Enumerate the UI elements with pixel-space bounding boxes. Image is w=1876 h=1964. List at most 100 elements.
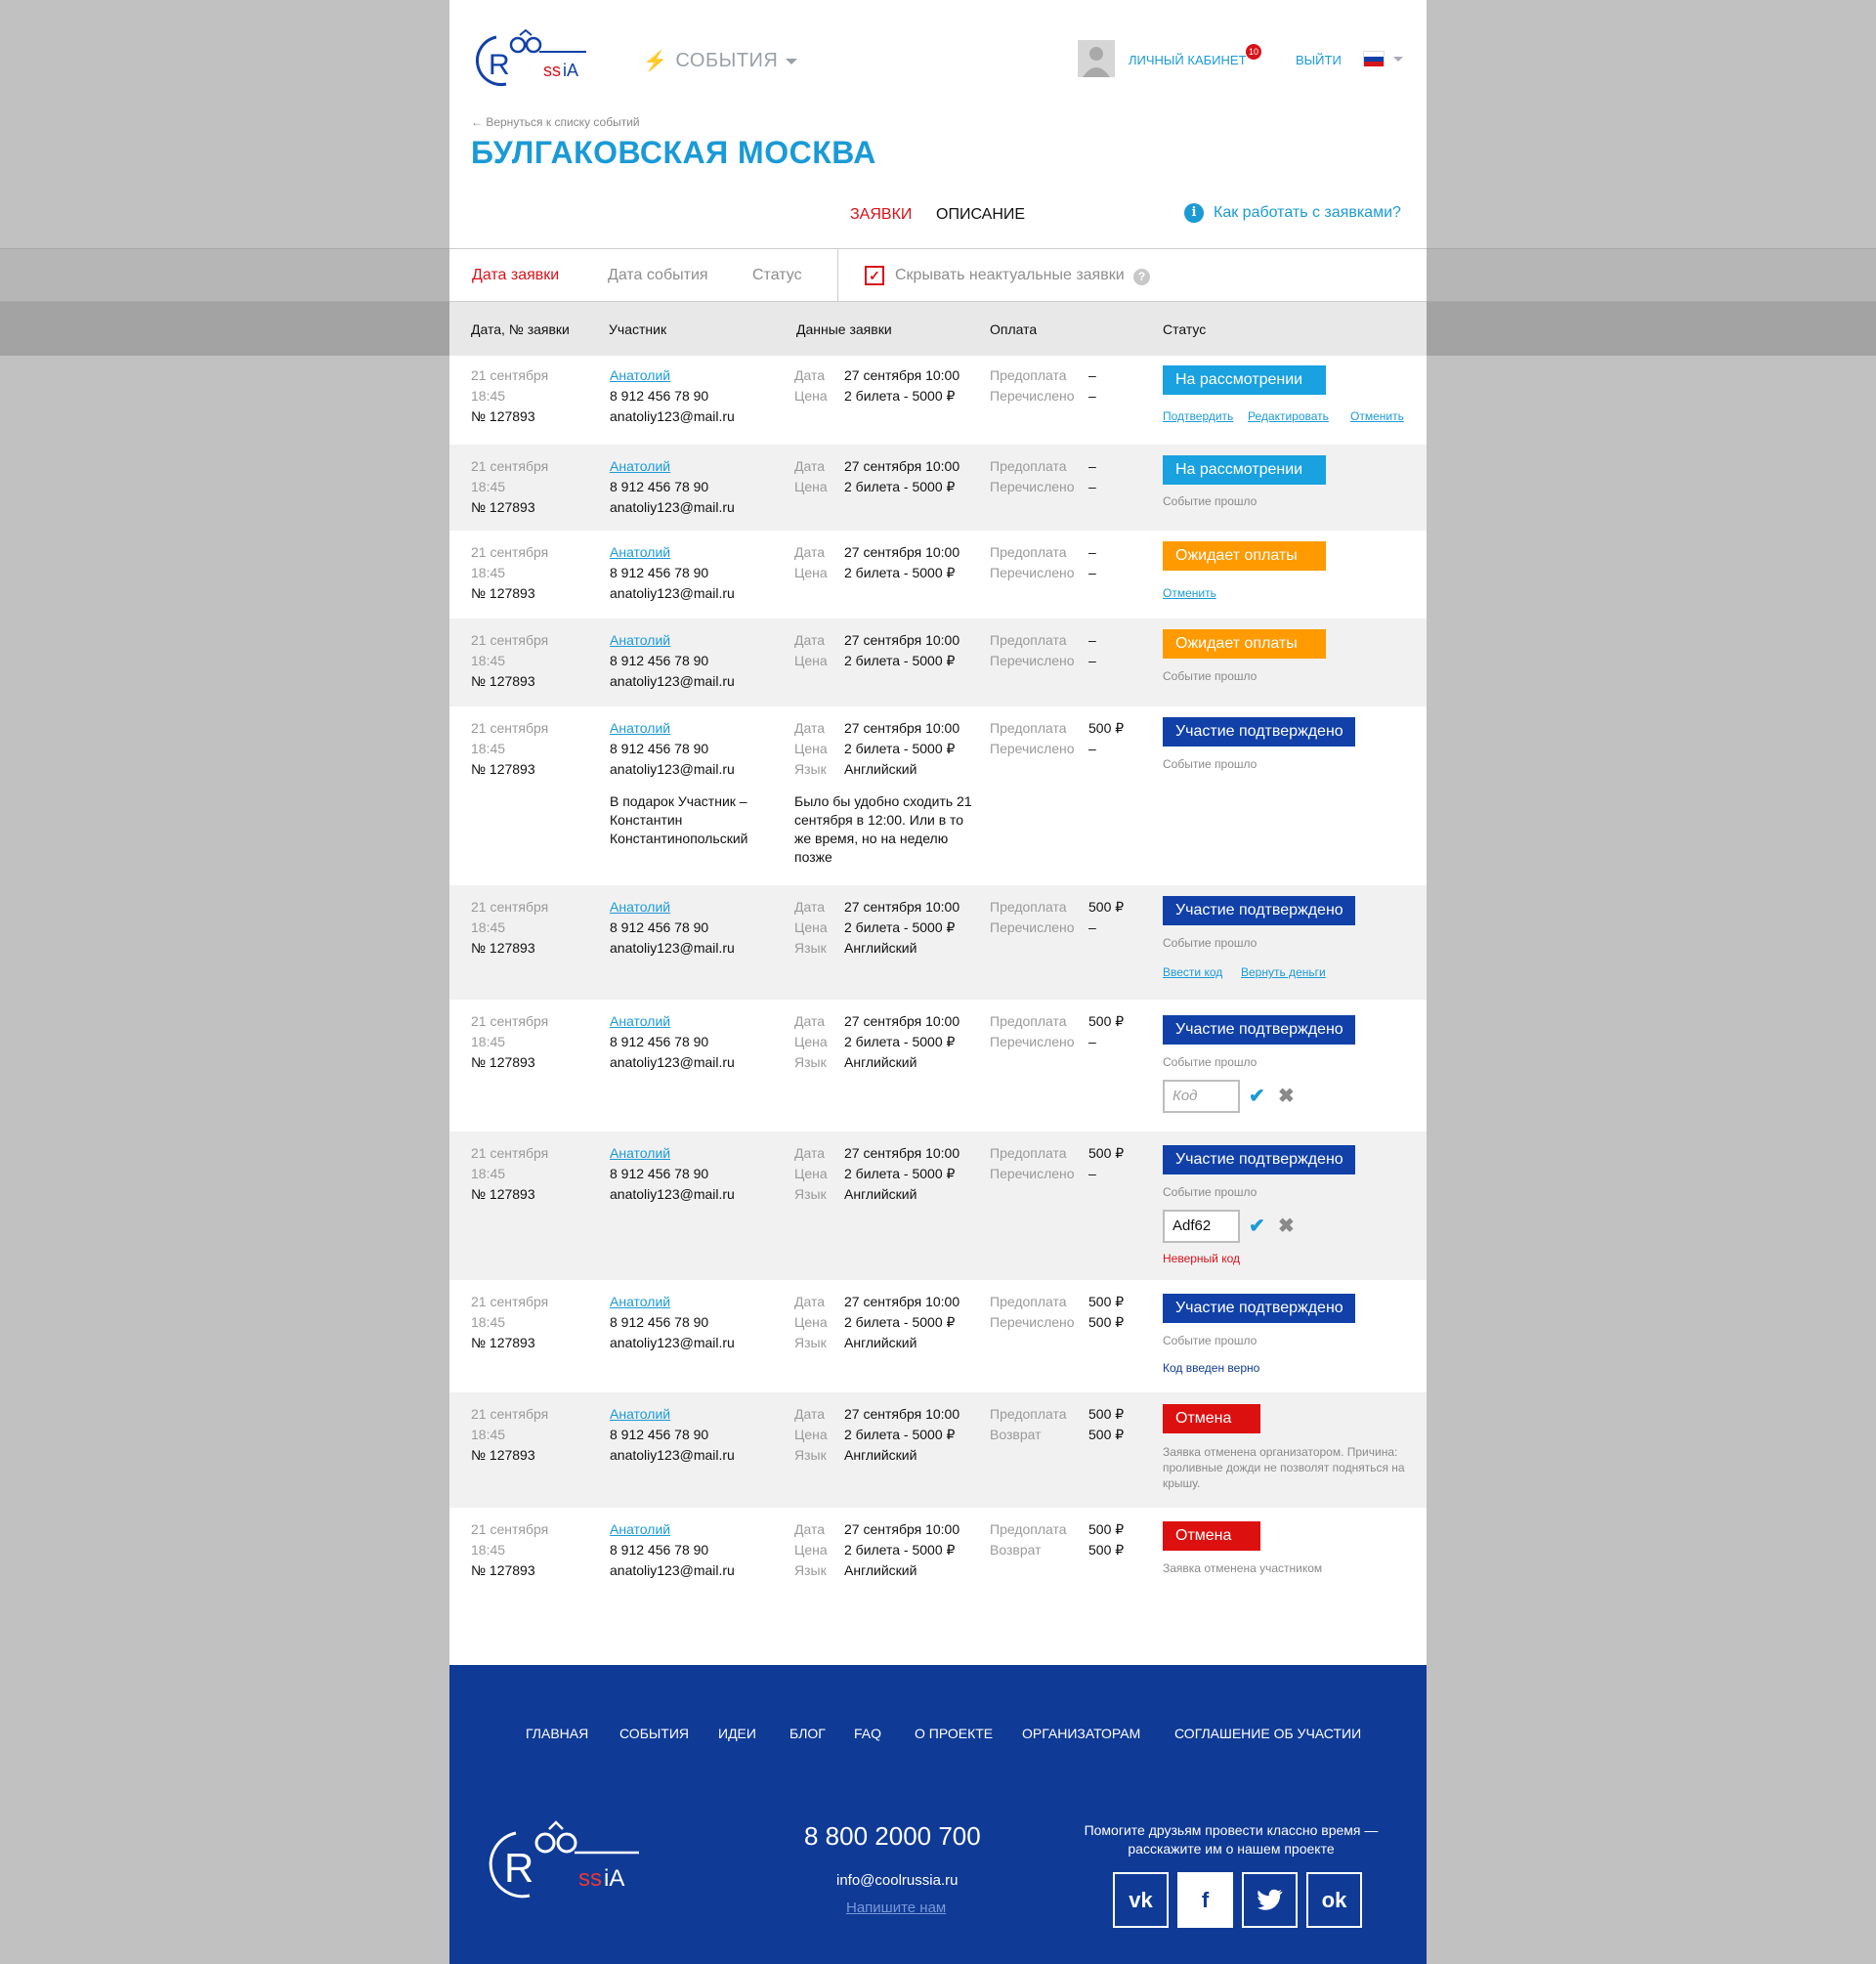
code-input[interactable]: Adf62 [1163, 1210, 1240, 1243]
label-date: Дата [794, 1294, 826, 1309]
main-page: R ss iA ⚡ СОБЫТИЯ ЛИЧНЫЙ КАБИНЕТ 10 ВЫЙТ… [449, 0, 1427, 1665]
enter-code-link[interactable]: Ввести код [1163, 965, 1222, 979]
label-transferred: Перечислено [990, 653, 1075, 668]
participant-link[interactable]: Анатолий [610, 718, 735, 739]
edit-link[interactable]: Редактировать [1248, 409, 1329, 423]
participant-link[interactable]: Анатолий [610, 897, 735, 918]
request-number: № 127893 [471, 1335, 535, 1350]
footer-nav-faq[interactable]: FAQ [854, 1726, 881, 1741]
event-date: 27 сентября 10:00 [844, 544, 960, 560]
event-price: 2 билета - 5000 ₽ [844, 1542, 956, 1558]
back-link[interactable]: ← Вернуться к списку событий [471, 115, 640, 129]
check-icon[interactable]: ✔ [1249, 1214, 1265, 1238]
footer-logo[interactable]: R ss iA [481, 1817, 647, 1907]
russia-flag-icon[interactable] [1363, 51, 1385, 66]
request-date: 21 сентября [471, 458, 549, 474]
coolrussia-logo[interactable]: R ss iA [471, 27, 594, 92]
event-passed-note: Событие прошло [1163, 1055, 1258, 1069]
label-date: Дата [794, 899, 826, 915]
odnoklassniki-icon[interactable]: ok [1306, 1872, 1362, 1928]
participant-phone: 8 912 456 78 90 [610, 919, 709, 935]
question-icon[interactable]: ? [1133, 269, 1150, 285]
footer-nav-home[interactable]: ГЛАВНАЯ [526, 1726, 588, 1741]
filter-date-event[interactable]: Дата события [608, 267, 708, 284]
avatar[interactable] [1078, 40, 1115, 77]
cancel-link[interactable]: Отменить [1350, 409, 1404, 423]
filter-status[interactable]: Статус [752, 267, 802, 284]
confirm-link[interactable]: Подтвердить [1163, 409, 1233, 423]
footer-nav-ideas[interactable]: ИДЕИ [718, 1726, 756, 1741]
request-number: № 127893 [471, 673, 535, 689]
cancel-link[interactable]: Отменить [1163, 586, 1216, 600]
refund-link[interactable]: Вернуть деньги [1241, 965, 1326, 979]
event-date: 27 сентября 10:00 [844, 367, 960, 383]
close-icon[interactable]: ✖ [1278, 1214, 1295, 1238]
footer-email[interactable]: info@coolrussia.ru [836, 1872, 958, 1889]
participant-link[interactable]: Анатолий [610, 630, 735, 651]
table-row: 21 сентября 18:45 № 127893 Анатолий 8 912 4… [449, 619, 1427, 706]
status-badge: Отмена [1163, 1521, 1260, 1551]
label-price: Цена [794, 919, 828, 935]
footer-nav-agreement[interactable]: СОГЛАШЕНИЕ ОБ УЧАСТИИ [1174, 1726, 1361, 1741]
filter-date-request[interactable]: Дата заявки [472, 267, 559, 284]
label-lang: Язык [794, 761, 827, 777]
label-transferred: Перечислено [990, 1034, 1075, 1049]
label-price: Цена [794, 565, 828, 580]
transferred-value: – [1088, 1034, 1096, 1049]
footer-nav-about[interactable]: О ПРОЕКТЕ [915, 1726, 993, 1741]
participant-email: anatoliy123@mail.ru [610, 1054, 735, 1070]
participant-link[interactable]: Анатолий [610, 1292, 735, 1312]
logout-link[interactable]: ВЫЙТИ [1296, 53, 1342, 67]
footer-nav-blog[interactable]: БЛОГ [789, 1726, 826, 1741]
status-badge: Участие подтверждено [1163, 1015, 1355, 1045]
request-time: 18:45 [471, 1542, 506, 1558]
hide-checkbox[interactable]: ✓ [865, 266, 884, 285]
participant-link[interactable]: Анатолий [610, 1011, 735, 1032]
label-price: Цена [794, 479, 828, 494]
tab-requests[interactable]: ЗАЯВКИ [850, 206, 912, 224]
transferred-value: – [1088, 1166, 1096, 1181]
status-badge: Ожидает оплаты [1163, 541, 1326, 571]
code-error: Неверный код [1163, 1252, 1241, 1265]
label-prepay: Предоплата [990, 1521, 1067, 1537]
close-icon[interactable]: ✖ [1278, 1084, 1295, 1108]
request-time: 18:45 [471, 1314, 506, 1330]
events-menu[interactable]: ⚡ СОБЫТИЯ [643, 49, 798, 73]
cabinet-link[interactable]: ЛИЧНЫЙ КАБИНЕТ [1129, 53, 1247, 67]
code-input[interactable]: Код [1163, 1080, 1240, 1113]
transferred-value: 500 ₽ [1088, 1314, 1125, 1330]
label-price: Цена [794, 1166, 828, 1181]
participant-link[interactable]: Анатолий [610, 456, 735, 477]
participant-phone: 8 912 456 78 90 [610, 388, 709, 404]
label-date: Дата [794, 367, 826, 383]
participant-link[interactable]: Анатолий [610, 1143, 735, 1164]
col-date: Дата, № заявки [471, 321, 570, 337]
facebook-icon[interactable]: f [1177, 1872, 1233, 1928]
participant-link[interactable]: Анатолий [610, 542, 735, 563]
footer-write-link[interactable]: Напишите нам [846, 1900, 946, 1916]
footer-nav-organizers[interactable]: ОРГАНИЗАТОРАМ [1022, 1726, 1140, 1741]
check-icon[interactable]: ✔ [1249, 1084, 1265, 1108]
tab-description[interactable]: ОПИСАНИЕ [936, 206, 1025, 224]
footer-nav-events[interactable]: СОБЫТИЯ [619, 1726, 689, 1741]
divider [837, 249, 838, 302]
request-date: 21 сентября [471, 1013, 549, 1029]
twitter-bird-icon [1257, 1889, 1283, 1910]
prepay-value: – [1088, 544, 1096, 560]
participant-link[interactable]: Анатолий [610, 365, 735, 386]
twitter-icon[interactable] [1242, 1872, 1298, 1928]
vk-icon[interactable]: vk [1113, 1872, 1169, 1928]
event-price: 2 билета - 5000 ₽ [844, 388, 956, 404]
label-lang: Язык [794, 1054, 827, 1070]
participant-link[interactable]: Анатолий [610, 1519, 735, 1540]
event-lang: Английский [844, 1054, 917, 1070]
request-date: 21 сентября [471, 632, 549, 648]
language-chevron-icon[interactable] [1393, 57, 1403, 62]
request-date: 21 сентября [471, 720, 549, 736]
event-passed-note: Событие прошло [1163, 669, 1258, 683]
request-time: 18:45 [471, 919, 506, 935]
header: R ss iA ⚡ СОБЫТИЯ ЛИЧНЫЙ КАБИНЕТ 10 ВЫЙТ… [449, 0, 1427, 248]
label-lang: Язык [794, 1186, 827, 1202]
help-link[interactable]: i Как работать с заявками? [1184, 203, 1401, 223]
participant-link[interactable]: Анатолий [610, 1404, 735, 1425]
